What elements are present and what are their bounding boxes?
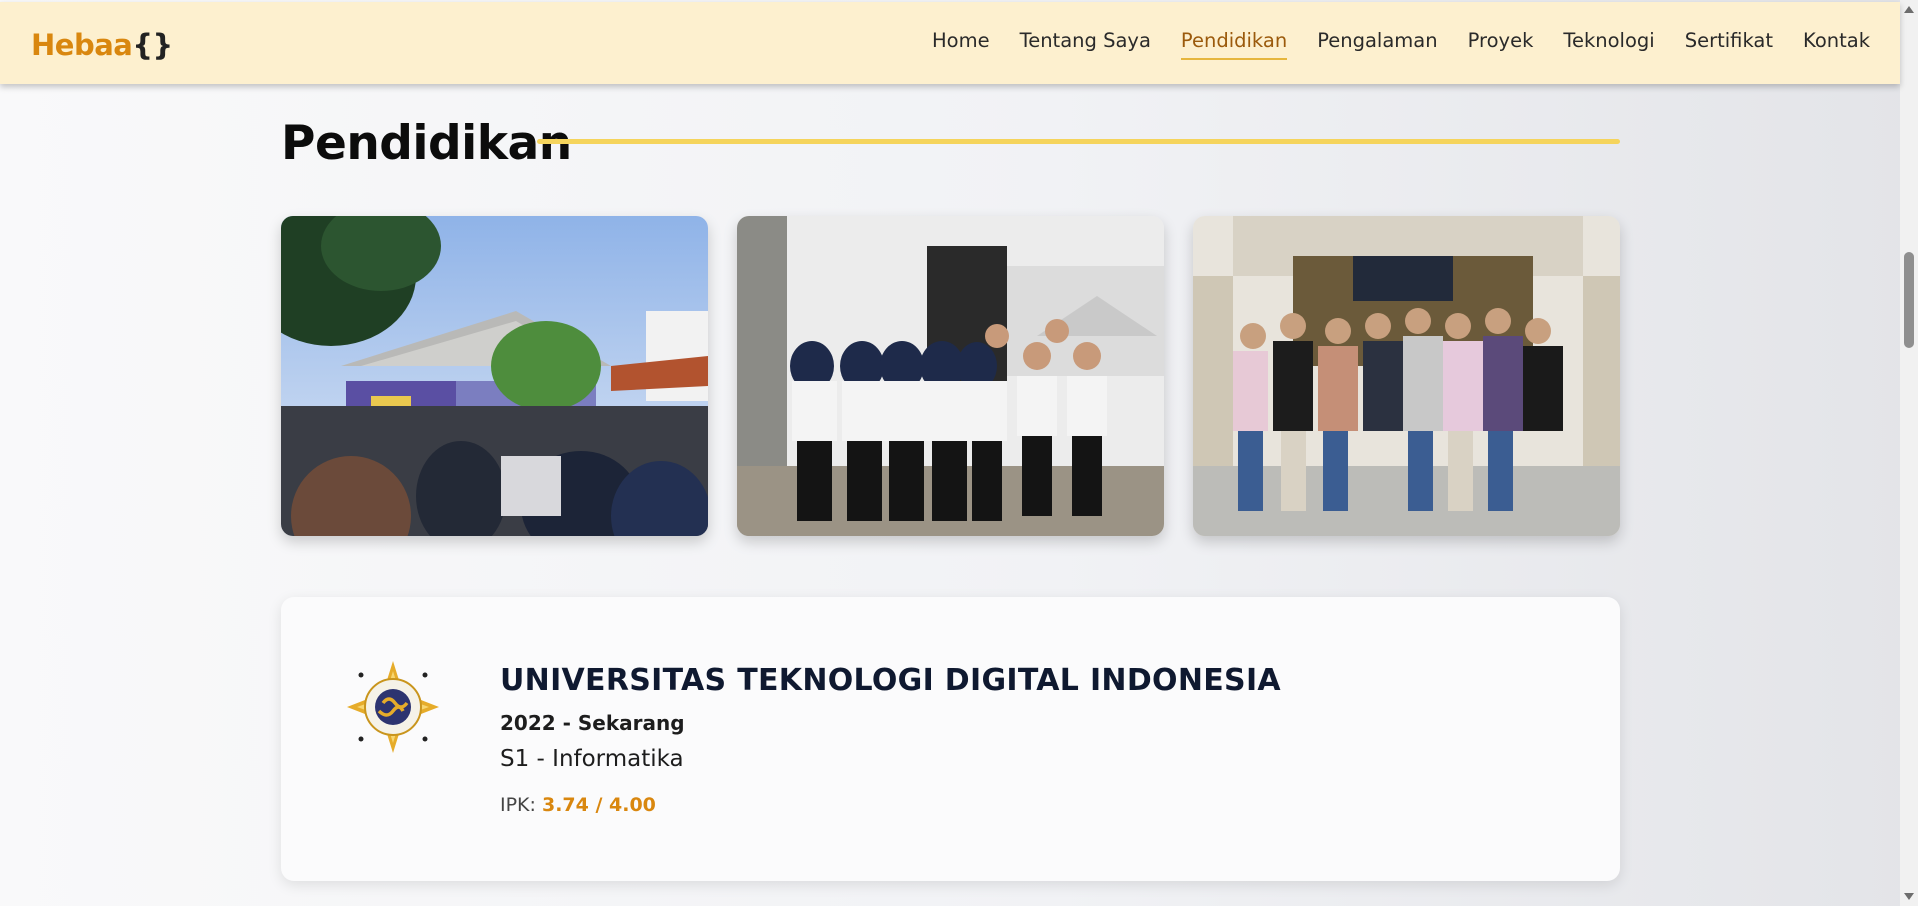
nav-link-sertifikat[interactable]: Sertifikat: [1685, 29, 1773, 60]
gallery-photo-group-outdoor: [737, 216, 1164, 536]
title-divider: [537, 139, 1620, 144]
logo-brace: {}: [132, 28, 173, 62]
nav-link-teknologi[interactable]: Teknologi: [1563, 29, 1654, 60]
nav-link-proyek[interactable]: Proyek: [1468, 29, 1534, 60]
education-card: UNIVERSITAS TEKNOLOGI DIGITAL INDONESIA …: [281, 597, 1620, 881]
gallery-photo-group-building: [1193, 216, 1620, 536]
university-emblem-icon: [347, 661, 439, 753]
nav-link-pendidikan[interactable]: Pendidikan: [1180, 29, 1288, 60]
education-period: 2022 - Sekarang: [500, 711, 685, 735]
scroll-down-icon[interactable]: [1904, 893, 1914, 900]
institution-name: UNIVERSITAS TEKNOLOGI DIGITAL INDONESIA: [500, 663, 1281, 698]
page-scrollbar[interactable]: [1900, 0, 1918, 906]
navbar: Hebaa{} Home Tentang Saya Pendidikan Pen…: [0, 2, 1900, 84]
nav-links: Home Tentang Saya Pendidikan Pengalaman …: [902, 29, 1870, 60]
scroll-up-icon[interactable]: [1904, 6, 1914, 13]
gpa-label: IPK:: [500, 794, 536, 816]
logo-name: Hebaa: [31, 28, 133, 62]
gallery-photo-event: [281, 216, 708, 536]
scroll-thumb[interactable]: [1904, 252, 1914, 348]
nav-link-kontak[interactable]: Kontak: [1803, 29, 1870, 60]
education-gpa: IPK: 3.74 / 4.00: [500, 794, 656, 816]
nav-link-tentang-saya[interactable]: Tentang Saya: [1020, 29, 1151, 60]
nav-link-pengalaman[interactable]: Pengalaman: [1317, 29, 1437, 60]
education-degree: S1 - Informatika: [500, 746, 684, 772]
site-logo[interactable]: Hebaa{}: [31, 28, 173, 62]
gpa-value: 3.74 / 4.00: [541, 794, 656, 816]
nav-link-home[interactable]: Home: [932, 29, 990, 60]
section-title: Pendidikan: [281, 116, 572, 171]
